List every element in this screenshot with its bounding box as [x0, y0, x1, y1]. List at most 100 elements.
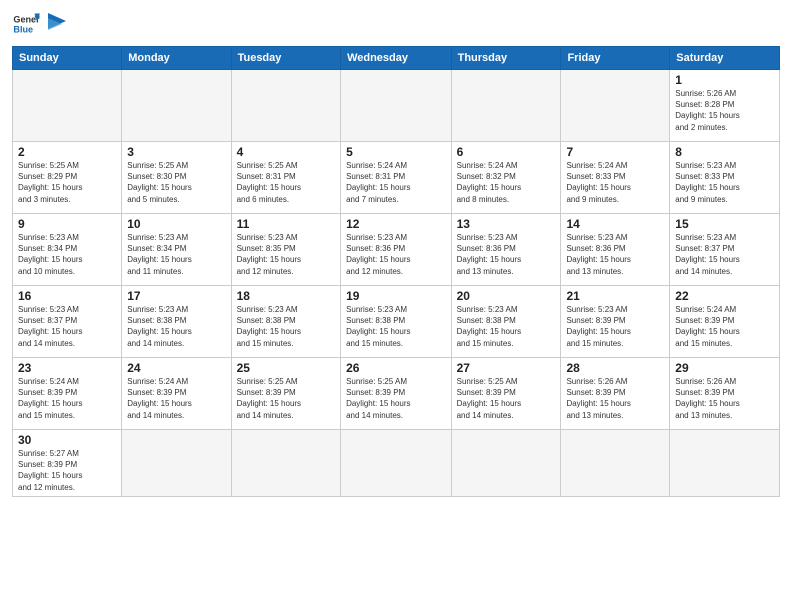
day-number: 3	[127, 145, 225, 159]
header: General Blue	[12, 10, 780, 38]
calendar-day-cell: 24Sunrise: 5:24 AM Sunset: 8:39 PM Dayli…	[122, 358, 231, 430]
day-number: 4	[237, 145, 335, 159]
day-info: Sunrise: 5:24 AM Sunset: 8:39 PM Dayligh…	[127, 376, 225, 421]
day-number: 6	[457, 145, 556, 159]
page: General Blue SundayMondayTuesdayWednesda…	[0, 0, 792, 612]
day-number: 11	[237, 217, 335, 231]
calendar-day-cell	[122, 70, 231, 142]
day-info: Sunrise: 5:24 AM Sunset: 8:33 PM Dayligh…	[566, 160, 664, 205]
calendar-day-cell: 22Sunrise: 5:24 AM Sunset: 8:39 PM Dayli…	[670, 286, 780, 358]
calendar-day-cell	[451, 70, 561, 142]
calendar-day-cell: 25Sunrise: 5:25 AM Sunset: 8:39 PM Dayli…	[231, 358, 340, 430]
calendar-day-cell: 21Sunrise: 5:23 AM Sunset: 8:39 PM Dayli…	[561, 286, 670, 358]
weekday-header-wednesday: Wednesday	[341, 47, 452, 70]
calendar-day-cell: 1Sunrise: 5:26 AM Sunset: 8:28 PM Daylig…	[670, 70, 780, 142]
calendar-day-cell: 17Sunrise: 5:23 AM Sunset: 8:38 PM Dayli…	[122, 286, 231, 358]
day-info: Sunrise: 5:25 AM Sunset: 8:39 PM Dayligh…	[237, 376, 335, 421]
day-number: 13	[457, 217, 556, 231]
day-number: 22	[675, 289, 774, 303]
calendar-week-row: 1Sunrise: 5:26 AM Sunset: 8:28 PM Daylig…	[13, 70, 780, 142]
weekday-header-friday: Friday	[561, 47, 670, 70]
calendar-day-cell: 10Sunrise: 5:23 AM Sunset: 8:34 PM Dayli…	[122, 214, 231, 286]
day-info: Sunrise: 5:23 AM Sunset: 8:38 PM Dayligh…	[237, 304, 335, 349]
calendar-day-cell: 30Sunrise: 5:27 AM Sunset: 8:39 PM Dayli…	[13, 430, 122, 497]
weekday-header-row: SundayMondayTuesdayWednesdayThursdayFrid…	[13, 47, 780, 70]
calendar-day-cell: 26Sunrise: 5:25 AM Sunset: 8:39 PM Dayli…	[341, 358, 452, 430]
calendar-day-cell: 15Sunrise: 5:23 AM Sunset: 8:37 PM Dayli…	[670, 214, 780, 286]
day-info: Sunrise: 5:24 AM Sunset: 8:39 PM Dayligh…	[18, 376, 116, 421]
calendar-day-cell: 16Sunrise: 5:23 AM Sunset: 8:37 PM Dayli…	[13, 286, 122, 358]
day-number: 26	[346, 361, 446, 375]
day-info: Sunrise: 5:24 AM Sunset: 8:32 PM Dayligh…	[457, 160, 556, 205]
calendar-week-row: 30Sunrise: 5:27 AM Sunset: 8:39 PM Dayli…	[13, 430, 780, 497]
day-number: 15	[675, 217, 774, 231]
day-number: 23	[18, 361, 116, 375]
calendar-day-cell	[561, 70, 670, 142]
calendar-day-cell: 13Sunrise: 5:23 AM Sunset: 8:36 PM Dayli…	[451, 214, 561, 286]
day-info: Sunrise: 5:23 AM Sunset: 8:36 PM Dayligh…	[566, 232, 664, 277]
calendar-day-cell: 18Sunrise: 5:23 AM Sunset: 8:38 PM Dayli…	[231, 286, 340, 358]
day-number: 17	[127, 289, 225, 303]
weekday-header-sunday: Sunday	[13, 47, 122, 70]
day-number: 19	[346, 289, 446, 303]
day-info: Sunrise: 5:23 AM Sunset: 8:38 PM Dayligh…	[457, 304, 556, 349]
calendar-day-cell: 6Sunrise: 5:24 AM Sunset: 8:32 PM Daylig…	[451, 142, 561, 214]
day-info: Sunrise: 5:23 AM Sunset: 8:38 PM Dayligh…	[127, 304, 225, 349]
day-number: 8	[675, 145, 774, 159]
weekday-header-saturday: Saturday	[670, 47, 780, 70]
calendar-day-cell: 23Sunrise: 5:24 AM Sunset: 8:39 PM Dayli…	[13, 358, 122, 430]
weekday-header-tuesday: Tuesday	[231, 47, 340, 70]
calendar-day-cell: 2Sunrise: 5:25 AM Sunset: 8:29 PM Daylig…	[13, 142, 122, 214]
day-number: 14	[566, 217, 664, 231]
day-info: Sunrise: 5:23 AM Sunset: 8:37 PM Dayligh…	[18, 304, 116, 349]
weekday-header-thursday: Thursday	[451, 47, 561, 70]
day-info: Sunrise: 5:25 AM Sunset: 8:31 PM Dayligh…	[237, 160, 335, 205]
day-number: 10	[127, 217, 225, 231]
day-info: Sunrise: 5:26 AM Sunset: 8:28 PM Dayligh…	[675, 88, 774, 133]
calendar-day-cell	[341, 70, 452, 142]
day-info: Sunrise: 5:25 AM Sunset: 8:30 PM Dayligh…	[127, 160, 225, 205]
calendar-day-cell: 28Sunrise: 5:26 AM Sunset: 8:39 PM Dayli…	[561, 358, 670, 430]
calendar-day-cell: 4Sunrise: 5:25 AM Sunset: 8:31 PM Daylig…	[231, 142, 340, 214]
calendar-day-cell	[13, 70, 122, 142]
day-info: Sunrise: 5:24 AM Sunset: 8:31 PM Dayligh…	[346, 160, 446, 205]
calendar-day-cell: 7Sunrise: 5:24 AM Sunset: 8:33 PM Daylig…	[561, 142, 670, 214]
calendar-day-cell	[561, 430, 670, 497]
day-info: Sunrise: 5:25 AM Sunset: 8:29 PM Dayligh…	[18, 160, 116, 205]
calendar-week-row: 9Sunrise: 5:23 AM Sunset: 8:34 PM Daylig…	[13, 214, 780, 286]
day-info: Sunrise: 5:23 AM Sunset: 8:33 PM Dayligh…	[675, 160, 774, 205]
calendar-day-cell: 3Sunrise: 5:25 AM Sunset: 8:30 PM Daylig…	[122, 142, 231, 214]
day-number: 7	[566, 145, 664, 159]
day-number: 1	[675, 73, 774, 87]
calendar-week-row: 2Sunrise: 5:25 AM Sunset: 8:29 PM Daylig…	[13, 142, 780, 214]
calendar-day-cell: 14Sunrise: 5:23 AM Sunset: 8:36 PM Dayli…	[561, 214, 670, 286]
day-info: Sunrise: 5:25 AM Sunset: 8:39 PM Dayligh…	[346, 376, 446, 421]
calendar-day-cell: 29Sunrise: 5:26 AM Sunset: 8:39 PM Dayli…	[670, 358, 780, 430]
calendar-day-cell: 11Sunrise: 5:23 AM Sunset: 8:35 PM Dayli…	[231, 214, 340, 286]
day-number: 30	[18, 433, 116, 447]
day-info: Sunrise: 5:23 AM Sunset: 8:36 PM Dayligh…	[346, 232, 446, 277]
calendar-day-cell: 19Sunrise: 5:23 AM Sunset: 8:38 PM Dayli…	[341, 286, 452, 358]
day-number: 12	[346, 217, 446, 231]
day-number: 24	[127, 361, 225, 375]
calendar-day-cell: 8Sunrise: 5:23 AM Sunset: 8:33 PM Daylig…	[670, 142, 780, 214]
day-info: Sunrise: 5:26 AM Sunset: 8:39 PM Dayligh…	[566, 376, 664, 421]
logo-icon: General Blue	[12, 10, 40, 38]
day-info: Sunrise: 5:23 AM Sunset: 8:37 PM Dayligh…	[675, 232, 774, 277]
day-info: Sunrise: 5:23 AM Sunset: 8:38 PM Dayligh…	[346, 304, 446, 349]
day-number: 27	[457, 361, 556, 375]
day-number: 9	[18, 217, 116, 231]
calendar-day-cell	[122, 430, 231, 497]
calendar-week-row: 16Sunrise: 5:23 AM Sunset: 8:37 PM Dayli…	[13, 286, 780, 358]
calendar-day-cell: 9Sunrise: 5:23 AM Sunset: 8:34 PM Daylig…	[13, 214, 122, 286]
calendar-week-row: 23Sunrise: 5:24 AM Sunset: 8:39 PM Dayli…	[13, 358, 780, 430]
day-number: 16	[18, 289, 116, 303]
calendar-day-cell	[451, 430, 561, 497]
calendar-day-cell: 12Sunrise: 5:23 AM Sunset: 8:36 PM Dayli…	[341, 214, 452, 286]
calendar-day-cell	[341, 430, 452, 497]
day-number: 28	[566, 361, 664, 375]
day-info: Sunrise: 5:23 AM Sunset: 8:35 PM Dayligh…	[237, 232, 335, 277]
day-info: Sunrise: 5:23 AM Sunset: 8:36 PM Dayligh…	[457, 232, 556, 277]
logo: General Blue	[12, 10, 66, 38]
day-info: Sunrise: 5:25 AM Sunset: 8:39 PM Dayligh…	[457, 376, 556, 421]
